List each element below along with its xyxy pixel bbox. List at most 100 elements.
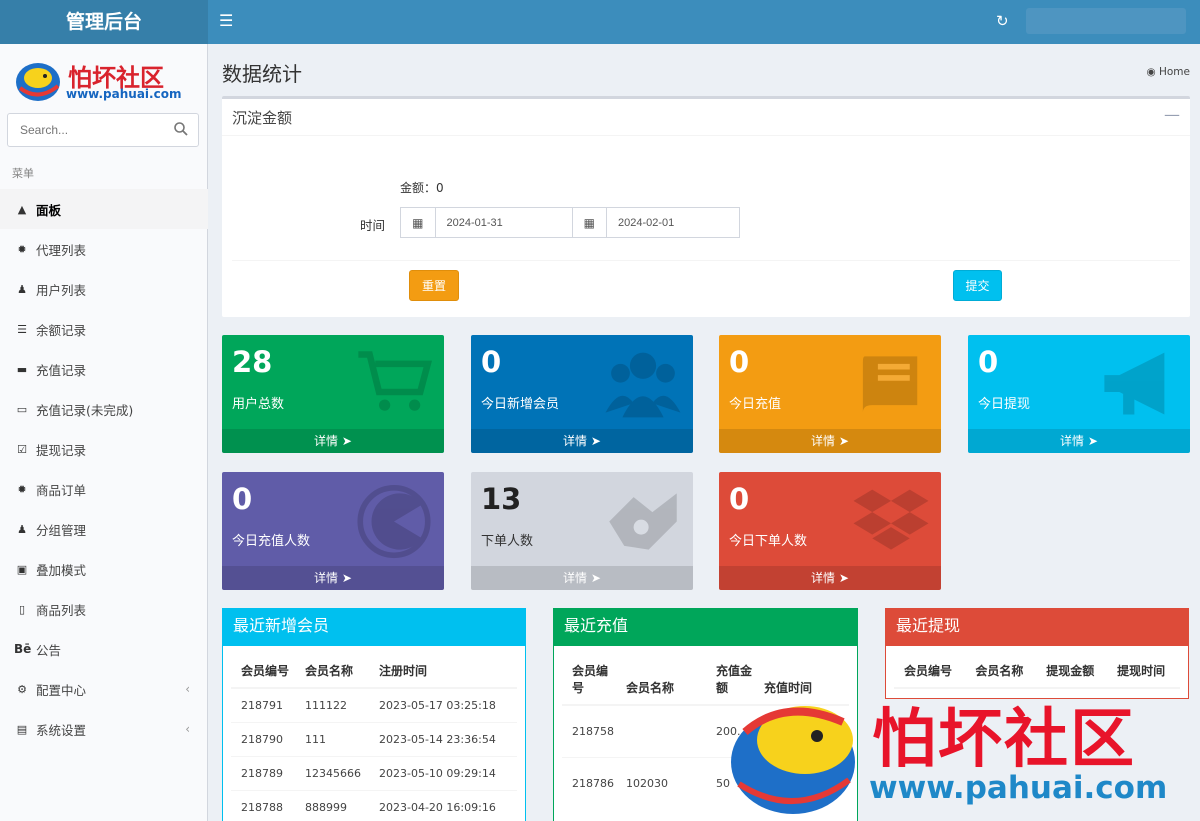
refresh-icon[interactable]: ↻ — [996, 12, 1009, 30]
cog-icon: ✹ — [17, 242, 27, 256]
more-info-link[interactable]: 详情 ➤ — [471, 429, 693, 453]
stat-label: 今日下单人数 — [729, 534, 808, 549]
server-icon: ▤ — [16, 722, 28, 736]
table-row[interactable]: 218788 888999 2023-04-20 16:09:16 — [231, 789, 517, 821]
sidebar-item-label: 用户列表 — [36, 282, 87, 298]
sidebar-item-recharge[interactable]: ▬ 充值记录 — [0, 349, 208, 389]
sidebar-menu: ▲ 面板 ✹ 代理列表 ♟ 用户列表 ☰ 余额记录 ▬ 充值记录 ▭ 充值记录(未完成) ☑… — [0, 189, 208, 749]
cog-icon: ✹ — [17, 482, 27, 496]
chevron-left-icon: ‹ — [185, 722, 190, 736]
column-header: 会员编号 — [562, 652, 618, 706]
sidebar-item-notice[interactable]: Bē 公告 — [0, 629, 208, 669]
stat-label: 下单人数 — [481, 534, 534, 549]
more-info-label: 详情 — [314, 434, 339, 448]
arrow-circle-right-icon: ➤ — [838, 434, 849, 448]
stat-value: 0 — [729, 482, 750, 516]
sidebar: 怕坏社区 www.pahuai.com 菜单 ▲ 面板 ✹ 代理列表 ♟ 用户列表 ☰… — [0, 44, 208, 821]
stat-label: 今日提现 — [978, 397, 1031, 412]
user-menu[interactable] — [1026, 8, 1186, 34]
submit-button[interactable]: 提交 — [953, 270, 1002, 301]
more-info-link[interactable]: 详情 ➤ — [222, 566, 444, 590]
cell: 888999 — [305, 789, 379, 821]
table-row[interactable]: 218789 12345666 2023-05-10 09:29:14 — [231, 755, 517, 790]
calendar-icon[interactable]: ▦ — [572, 208, 607, 237]
table-row[interactable]: 218790 111 2023-05-14 23:36:54 — [231, 721, 517, 756]
more-info-link[interactable]: 详情 ➤ — [968, 429, 1190, 453]
fish-logo-icon — [16, 63, 60, 101]
sidebar-item-stack-mode[interactable]: ▣ 叠加模式 — [0, 549, 208, 589]
stat-tile: 0 今日充值 详情 ➤ — [719, 335, 941, 453]
stat-tile: 0 今日充值人数 详情 ➤ — [222, 472, 444, 590]
pacman-icon — [357, 484, 431, 559]
sidebar-item-settings[interactable]: ▤ 系统设置 ‹ — [0, 709, 208, 749]
brand-title[interactable]: 管理后台 — [0, 0, 208, 44]
arrow-circle-right-icon: ➤ — [590, 571, 601, 585]
start-date-input[interactable] — [435, 208, 573, 237]
arrow-circle-right-icon: ➤ — [590, 434, 601, 448]
search-icon[interactable] — [173, 121, 189, 137]
sidebar-item-label: 面板 — [36, 202, 62, 218]
sidebar-item-label: 公告 — [36, 642, 62, 658]
recent-withdraw-panel: 最近提现 会员编号 会员名称 提现金额 提现时间 — [885, 608, 1189, 699]
cell: 218789 — [231, 755, 305, 790]
sidebar-item-label: 商品订单 — [36, 482, 87, 498]
breadcrumb[interactable]: ◉ Home — [1146, 66, 1190, 78]
reset-button[interactable]: 重置 — [409, 270, 459, 301]
sidebar-item-recharge-pending[interactable]: ▭ 充值记录(未完成) — [0, 389, 208, 429]
sidebar-item-orders[interactable]: ✹ 商品订单 — [0, 469, 208, 509]
stat-label: 用户总数 — [232, 397, 285, 412]
sidebar-item-label: 系统设置 — [36, 722, 87, 738]
check-square-icon: ☑ — [17, 442, 27, 456]
column-header: 会员名称 — [967, 652, 1039, 689]
divider — [232, 260, 1180, 261]
more-info-label: 详情 — [811, 571, 836, 585]
sidebar-item-groups[interactable]: ♟ 分组管理 — [0, 509, 208, 549]
amount-label: 金额： — [400, 181, 437, 195]
chevron-left-icon: ‹ — [185, 682, 190, 696]
bar-icon: ▯ — [18, 602, 26, 616]
amount-row: 金额：0 — [400, 179, 444, 196]
table-row[interactable]: 218791 111122 2023-05-17 03:25:18 — [231, 687, 517, 722]
cell: 218790 — [231, 721, 305, 756]
more-info-link[interactable]: 详情 ➤ — [719, 566, 941, 590]
sidebar-item-withdraw[interactable]: ☑ 提现记录 — [0, 429, 208, 469]
sidebar-item-label: 充值记录(未完成) — [36, 402, 134, 418]
collapse-icon[interactable]: — — [1164, 105, 1180, 124]
cell: 218786 — [562, 756, 618, 809]
sidebar-item-balance[interactable]: ☰ 余额记录 — [0, 309, 208, 349]
cell: 111122 — [305, 687, 379, 722]
more-info-link[interactable]: 详情 ➤ — [222, 429, 444, 453]
more-info-link[interactable]: 详情 ➤ — [471, 566, 693, 590]
more-info-label: 详情 — [1060, 434, 1085, 448]
search-input[interactable] — [8, 114, 158, 146]
logo-url: www.pahuai.com — [66, 87, 182, 101]
stat-label: 今日充值 — [729, 397, 782, 412]
sidebar-search — [7, 113, 199, 147]
sidebar-toggle-icon[interactable]: ☰ — [219, 11, 233, 30]
more-info-link[interactable]: 详情 ➤ — [719, 429, 941, 453]
stat-tile: 0 今日新增会员 详情 ➤ — [471, 335, 693, 453]
cell: 218758 — [562, 704, 618, 757]
column-header: 会员编号 — [231, 652, 305, 689]
card-outline-icon: ▭ — [16, 402, 28, 416]
sidebar-item-users[interactable]: ♟ 用户列表 — [0, 269, 208, 309]
sidebar-item-label: 充值记录 — [36, 362, 87, 378]
stat-label: 今日充值人数 — [232, 534, 311, 549]
sidebar-item-label: 分组管理 — [36, 522, 87, 538]
dashboard-icon: ◉ — [1146, 66, 1159, 78]
breadcrumb-home[interactable]: Home — [1159, 66, 1190, 78]
panel-title: 最近新增会员 — [223, 609, 525, 646]
sidebar-item-agents[interactable]: ✹ 代理列表 — [0, 229, 208, 269]
column-header: 会员编号 — [894, 652, 968, 689]
cell: 111 — [305, 721, 379, 756]
sidebar-item-products[interactable]: ▯ 商品列表 — [0, 589, 208, 629]
stat-value: 13 — [481, 482, 522, 516]
sidebar-item-dashboard[interactable]: ▲ 面板 — [0, 189, 208, 229]
sidebar-item-label: 商品列表 — [36, 602, 87, 618]
sidebar-item-config[interactable]: ⚙ 配置中心 ‹ — [0, 669, 208, 709]
dropbox-icon — [853, 489, 929, 550]
calendar-icon[interactable]: ▦ — [401, 208, 436, 237]
more-info-label: 详情 — [811, 434, 836, 448]
end-date-input[interactable] — [607, 208, 739, 237]
site-logo: 怕坏社区 www.pahuai.com — [12, 56, 197, 106]
